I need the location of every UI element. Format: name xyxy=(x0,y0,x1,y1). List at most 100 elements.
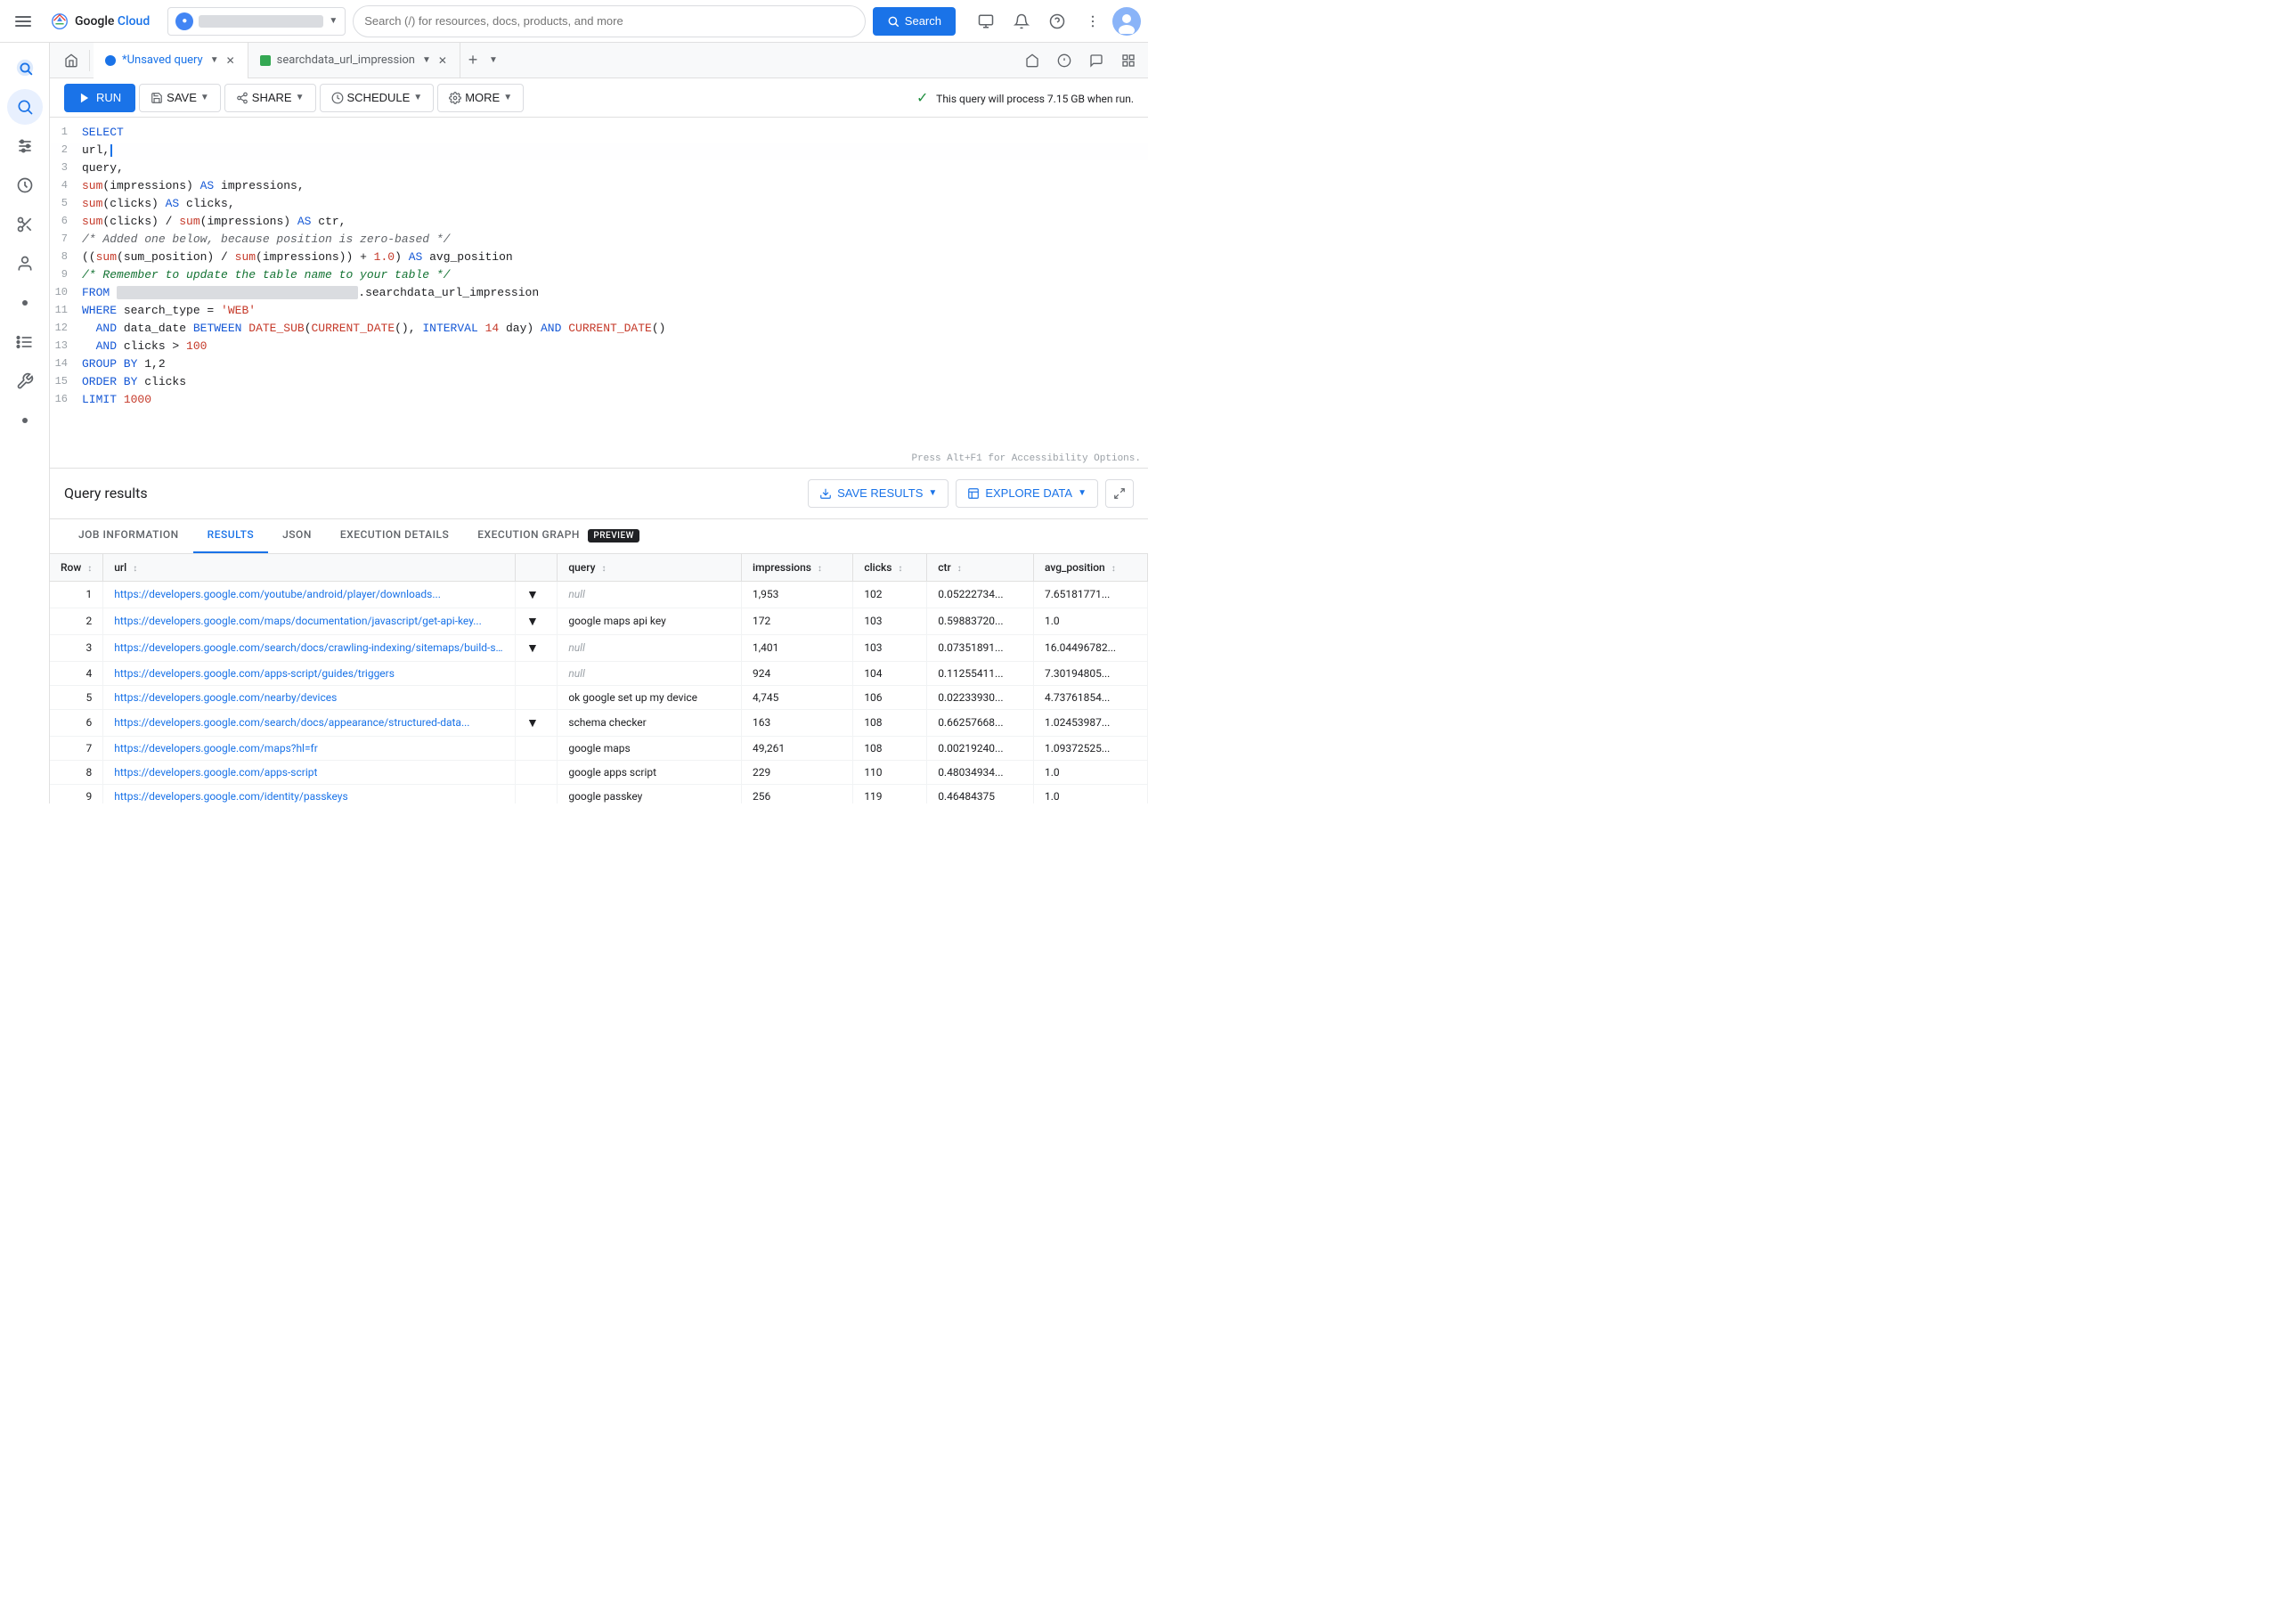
cell-clicks: 106 xyxy=(853,685,927,709)
tab-job-information[interactable]: JOB INFORMATION xyxy=(64,519,193,553)
search-button[interactable]: Search xyxy=(873,7,956,36)
toolbar: RUN SAVE ▼ SHARE ▼ SCHEDULE ▼ MORE ▼ xyxy=(50,78,1148,118)
cell-url-expand[interactable]: ▼ xyxy=(516,634,558,661)
col-row: Row ↕ xyxy=(50,554,103,582)
search-input[interactable] xyxy=(364,14,854,28)
hamburger-menu-button[interactable] xyxy=(7,5,39,37)
tab-execution-details[interactable]: EXECUTION DETAILS xyxy=(326,519,463,553)
cell-url-expand[interactable]: ▼ xyxy=(516,581,558,608)
cell-clicks: 104 xyxy=(853,661,927,685)
cell-clicks: 103 xyxy=(853,634,927,661)
cell-url-expand xyxy=(516,685,558,709)
tab-searchdata-close[interactable]: ✕ xyxy=(436,53,449,69)
tab-unsaved-query[interactable]: *Unsaved query ▼ ✕ xyxy=(94,43,248,78)
col-url: url ↕ xyxy=(103,554,516,582)
sql-line-6: 6 sum(clicks) / sum(impressions) AS ctr, xyxy=(50,214,1148,232)
cell-query: google apps script xyxy=(558,760,742,784)
cell-avg-position: 1.02453987... xyxy=(1033,709,1147,736)
cell-query: google maps api key xyxy=(558,608,742,634)
top-nav: Google Cloud ● ▼ Search xyxy=(0,0,1148,43)
cell-row-num: 8 xyxy=(50,760,103,784)
tab-unsaved-close[interactable]: ✕ xyxy=(224,53,237,69)
save-button[interactable]: SAVE ▼ xyxy=(139,84,221,112)
tab-bar-info-icon[interactable] xyxy=(1052,48,1077,73)
col-impressions: impressions ↕ xyxy=(742,554,853,582)
explore-data-button[interactable]: EXPLORE DATA ▼ xyxy=(956,479,1098,508)
cell-query: schema checker xyxy=(558,709,742,736)
home-tab[interactable] xyxy=(57,53,85,68)
google-cloud-logo[interactable]: Google Cloud xyxy=(50,12,150,31)
tab-results[interactable]: RESULTS xyxy=(193,519,268,553)
cell-avg-position: 1.09372525... xyxy=(1033,736,1147,760)
more-options-icon[interactable] xyxy=(1077,5,1109,37)
cell-url: https://developers.google.com/identity/p… xyxy=(103,784,516,804)
tab-bar-home-icon[interactable] xyxy=(1020,48,1045,73)
save-label: SAVE xyxy=(167,91,197,104)
sidebar-icon-scissors[interactable] xyxy=(7,207,43,242)
sql-line-10: 10 FROM ████████████████████████████████… xyxy=(50,285,1148,303)
cell-avg-position: 1.0 xyxy=(1033,608,1147,634)
sql-line-13: 13 AND clicks > 100 xyxy=(50,339,1148,356)
sidebar-icon-history[interactable] xyxy=(7,167,43,203)
col-query: query ↕ xyxy=(558,554,742,582)
query-info-text: This query will process 7.15 GB when run… xyxy=(936,93,1134,105)
sidebar-icon-dot2[interactable] xyxy=(7,403,43,438)
sql-editor[interactable]: 1 SELECT 2 url, 3 query, 4 sum(impressio… xyxy=(50,118,1148,469)
expand-results-button[interactable] xyxy=(1105,479,1134,508)
accessibility-hint: Press Alt+F1 for Accessibility Options. xyxy=(912,453,1141,464)
notifications-icon[interactable] xyxy=(1006,5,1038,37)
sql-line-15: 15 ORDER BY clicks xyxy=(50,374,1148,392)
more-dropdown-arrow: ▼ xyxy=(503,93,512,102)
cell-url: https://developers.google.com/search/doc… xyxy=(103,634,516,661)
schedule-label: SCHEDULE xyxy=(347,91,411,104)
results-title: Query results xyxy=(64,485,148,502)
cell-url-expand xyxy=(516,736,558,760)
table-row: 9 https://developers.google.com/identity… xyxy=(50,784,1148,804)
cell-query: ok google set up my device xyxy=(558,685,742,709)
run-button[interactable]: RUN xyxy=(64,84,135,112)
cell-url: https://developers.google.com/nearby/dev… xyxy=(103,685,516,709)
cell-query: google passkey xyxy=(558,784,742,804)
cell-avg-position: 1.0 xyxy=(1033,784,1147,804)
tab-bar-chat-icon[interactable] xyxy=(1084,48,1109,73)
cell-url-expand[interactable]: ▼ xyxy=(516,608,558,634)
more-button[interactable]: MORE ▼ xyxy=(437,84,524,112)
avatar[interactable] xyxy=(1112,7,1141,36)
sidebar-icon-wrench[interactable] xyxy=(7,363,43,399)
sql-line-2: 2 url, xyxy=(50,143,1148,160)
cell-url-expand[interactable]: ▼ xyxy=(516,709,558,736)
col-avg-position: avg_position ↕ xyxy=(1033,554,1147,582)
share-label: SHARE xyxy=(252,91,292,104)
sql-line-3: 3 query, xyxy=(50,160,1148,178)
save-results-button[interactable]: SAVE RESULTS ▼ xyxy=(808,479,949,508)
col-clicks: clicks ↕ xyxy=(853,554,927,582)
sidebar-icon-list[interactable] xyxy=(7,324,43,360)
cell-avg-position: 16.04496782... xyxy=(1033,634,1147,661)
cell-impressions: 924 xyxy=(742,661,853,685)
project-selector[interactable]: ● ▼ xyxy=(167,7,346,36)
sidebar-icon-bigquery[interactable] xyxy=(7,50,43,86)
schedule-dropdown-arrow: ▼ xyxy=(413,93,422,102)
cell-url: https://developers.google.com/maps/docum… xyxy=(103,608,516,634)
sidebar-icon-search[interactable] xyxy=(7,89,43,125)
tab-execution-graph[interactable]: EXECUTION GRAPH PREVIEW xyxy=(463,519,654,553)
terminal-icon[interactable] xyxy=(970,5,1002,37)
share-button[interactable]: SHARE ▼ xyxy=(224,84,316,112)
sidebar-icon-dot1[interactable] xyxy=(7,285,43,321)
cell-impressions: 256 xyxy=(742,784,853,804)
data-table-wrap[interactable]: Row ↕ url ↕ query ↕ impressions ↕ clicks… xyxy=(50,554,1148,804)
tab-searchdata[interactable]: searchdata_url_impression ▼ ✕ xyxy=(248,43,460,78)
tab-json[interactable]: JSON xyxy=(268,519,326,553)
help-icon[interactable] xyxy=(1041,5,1073,37)
tab-more-dropdown[interactable]: ▼ xyxy=(485,53,501,67)
main-layout: *Unsaved query ▼ ✕ searchdata_url_impres… xyxy=(0,43,1148,804)
sidebar-icon-sliders[interactable] xyxy=(7,128,43,164)
tab-bar-grid-icon[interactable] xyxy=(1116,48,1141,73)
tab-add-button[interactable]: + xyxy=(460,48,485,73)
schedule-button[interactable]: SCHEDULE ▼ xyxy=(320,84,435,112)
sidebar-icon-person[interactable] xyxy=(7,246,43,281)
content-area: *Unsaved query ▼ ✕ searchdata_url_impres… xyxy=(50,43,1148,804)
cell-impressions: 1,401 xyxy=(742,634,853,661)
global-search-bar[interactable] xyxy=(353,5,866,37)
cell-ctr: 0.59883720... xyxy=(927,608,1034,634)
